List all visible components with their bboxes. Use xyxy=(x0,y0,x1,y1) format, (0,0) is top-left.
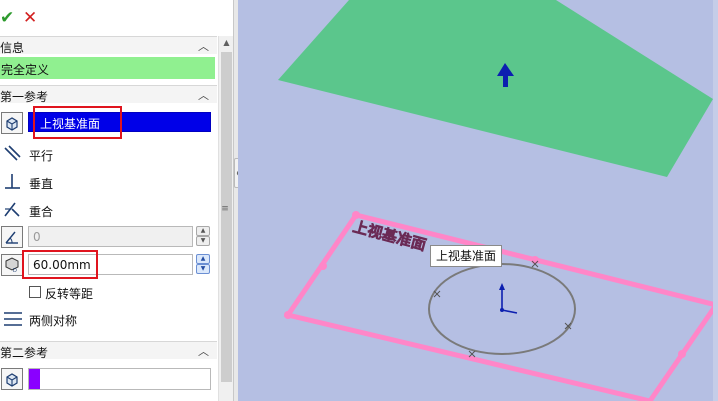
parallel-icon[interactable] xyxy=(1,142,23,164)
highlight-box-selection xyxy=(33,106,122,139)
option-perpendicular[interactable]: 垂直 xyxy=(29,175,53,192)
plane-handles[interactable] xyxy=(284,211,718,358)
section-title: 第一参考 xyxy=(0,90,49,104)
second-reference-selection[interactable] xyxy=(28,368,211,390)
origin-triad-icon xyxy=(499,283,518,314)
reference-plane-icon xyxy=(1,368,23,390)
option-mid-plane[interactable]: 两侧对称 xyxy=(29,312,77,329)
mid-plane-icon[interactable] xyxy=(1,307,23,329)
scene-svg: 上视基准面 xyxy=(278,0,718,401)
coincident-icon[interactable] xyxy=(1,198,23,220)
confirm-toolbar: ✔ ✕ xyxy=(0,0,234,36)
distance-icon[interactable]: D xyxy=(1,254,23,276)
drag-handle-icon[interactable]: ≡ xyxy=(219,204,231,214)
section-header-first-reference[interactable]: 第一参考 ︿ xyxy=(0,85,217,104)
chevron-up-icon[interactable]: ︿ xyxy=(198,343,209,359)
flip-offset-checkbox[interactable] xyxy=(29,286,41,298)
angle-stepper[interactable]: ▲ ▼ xyxy=(196,226,210,246)
reference-plane-icon xyxy=(1,112,23,134)
property-manager-panel: ✔ ✕ 信息 ︿ 完全定义 第一参考 ︿ 上视基准面 平行 垂直 重合 0 ▲ ▼ xyxy=(0,0,234,401)
angle-icon[interactable] xyxy=(1,226,23,248)
status-text: 完全定义 xyxy=(1,63,50,77)
scroll-thumb[interactable] xyxy=(221,52,232,382)
svg-text:D: D xyxy=(13,268,17,273)
status-message: 完全定义 xyxy=(0,57,215,79)
section-title: 信息 xyxy=(0,41,25,55)
tooltip: 上视基准面 xyxy=(430,245,503,267)
option-coincident[interactable]: 重合 xyxy=(29,203,53,220)
option-parallel[interactable]: 平行 xyxy=(29,147,53,164)
highlight-box-distance xyxy=(22,250,98,279)
flip-offset-label: 反转等距 xyxy=(45,287,94,301)
perpendicular-icon[interactable] xyxy=(1,170,23,192)
selection-color-swatch xyxy=(29,369,40,389)
section-title: 第二参考 xyxy=(0,346,49,360)
plane-green[interactable] xyxy=(278,0,713,177)
viewport-scrollbar[interactable] xyxy=(713,0,718,401)
close-icon[interactable]: ✕ xyxy=(23,8,37,28)
distance-stepper[interactable]: ▲ ▼ xyxy=(196,254,210,274)
angle-input[interactable]: 0 xyxy=(28,226,193,247)
chevron-up-icon[interactable]: ︿ xyxy=(198,38,209,54)
scroll-up-icon[interactable]: ▲ xyxy=(219,36,234,50)
angle-value: 0 xyxy=(33,230,41,244)
chevron-up-icon[interactable]: ︿ xyxy=(198,87,209,103)
graphics-viewport[interactable]: 上视基准面 xyxy=(238,0,718,401)
check-icon[interactable]: ✔ xyxy=(0,8,14,28)
section-header-second-reference[interactable]: 第二参考 ︿ xyxy=(0,341,217,360)
section-header-info[interactable]: 信息 ︿ xyxy=(0,36,217,55)
panel-scrollbar[interactable]: ▲ xyxy=(218,36,233,401)
